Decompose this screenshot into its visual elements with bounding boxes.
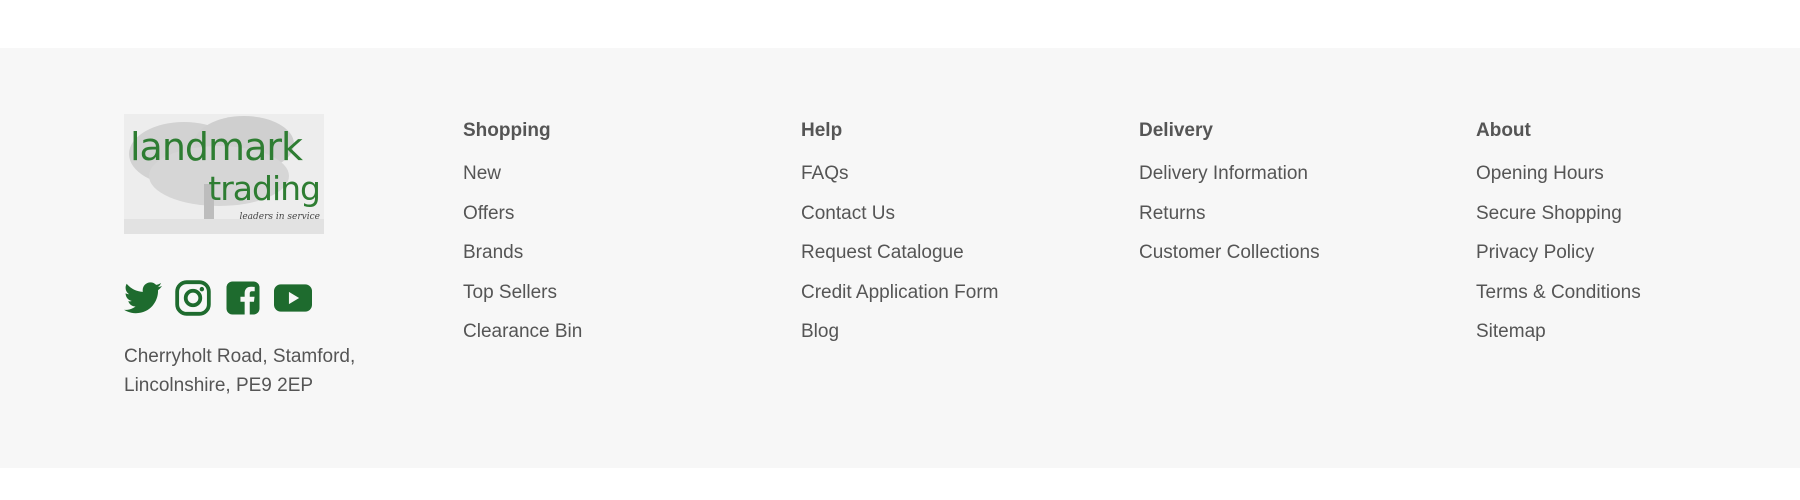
link-brands[interactable]: Brands <box>463 239 582 279</box>
link-new[interactable]: New <box>463 160 582 200</box>
twitter-icon <box>124 282 162 314</box>
company-address: Cherryholt Road, Stamford, Lincolnshire,… <box>124 342 364 400</box>
facebook-link[interactable] <box>224 279 262 317</box>
shopping-links: New Offers Brands Top Sellers Clearance … <box>463 160 582 358</box>
link-offers[interactable]: Offers <box>463 200 582 240</box>
link-clearance-bin[interactable]: Clearance Bin <box>463 318 582 358</box>
link-credit-application-form[interactable]: Credit Application Form <box>801 279 998 319</box>
link-top-sellers[interactable]: Top Sellers <box>463 279 582 319</box>
link-delivery-information[interactable]: Delivery Information <box>1139 160 1320 200</box>
landmark-trading-logo[interactable]: landmark trading leaders in service <box>124 114 324 234</box>
link-secure-shopping[interactable]: Secure Shopping <box>1476 200 1641 240</box>
footer-column-help: Help FAQs Contact Us Request Catalogue C… <box>801 114 998 358</box>
footer-column-delivery: Delivery Delivery Information Returns Cu… <box>1139 114 1320 279</box>
facebook-icon <box>226 281 260 315</box>
logo-tagline: leaders in service <box>239 212 320 222</box>
delivery-links: Delivery Information Returns Customer Co… <box>1139 160 1320 279</box>
youtube-icon <box>274 284 312 312</box>
about-links: Opening Hours Secure Shopping Privacy Po… <box>1476 160 1641 358</box>
column-heading-help: Help <box>801 120 843 141</box>
footer-brand: landmark trading leaders in service Cher… <box>124 114 364 400</box>
address-line-1: Cherryholt Road, Stamford, <box>124 346 356 367</box>
link-privacy-policy[interactable]: Privacy Policy <box>1476 239 1641 279</box>
link-contact-us[interactable]: Contact Us <box>801 200 998 240</box>
site-footer: landmark trading leaders in service Cher… <box>0 48 1800 468</box>
link-sitemap[interactable]: Sitemap <box>1476 318 1641 358</box>
link-terms-conditions[interactable]: Terms & Conditions <box>1476 279 1641 319</box>
footer-column-shopping: Shopping New Offers Brands Top Sellers C… <box>463 114 582 358</box>
link-request-catalogue[interactable]: Request Catalogue <box>801 239 998 279</box>
social-links <box>124 278 364 318</box>
column-heading-about: About <box>1476 120 1531 141</box>
address-line-2: Lincolnshire, PE9 2EP <box>124 375 314 396</box>
column-heading-shopping: Shopping <box>463 120 551 141</box>
column-heading-delivery: Delivery <box>1139 120 1213 141</box>
help-links: FAQs Contact Us Request Catalogue Credit… <box>801 160 998 358</box>
instagram-link[interactable] <box>174 279 212 317</box>
link-opening-hours[interactable]: Opening Hours <box>1476 160 1641 200</box>
footer-column-about: About Opening Hours Secure Shopping Priv… <box>1476 114 1641 358</box>
logo-word-trading: trading <box>208 169 321 208</box>
link-blog[interactable]: Blog <box>801 318 998 358</box>
logo-word-landmark: landmark <box>130 125 303 169</box>
link-returns[interactable]: Returns <box>1139 200 1320 240</box>
link-faqs[interactable]: FAQs <box>801 160 998 200</box>
link-customer-collections[interactable]: Customer Collections <box>1139 239 1320 279</box>
youtube-link[interactable] <box>274 279 312 317</box>
twitter-link[interactable] <box>124 279 162 317</box>
instagram-icon <box>175 280 211 316</box>
